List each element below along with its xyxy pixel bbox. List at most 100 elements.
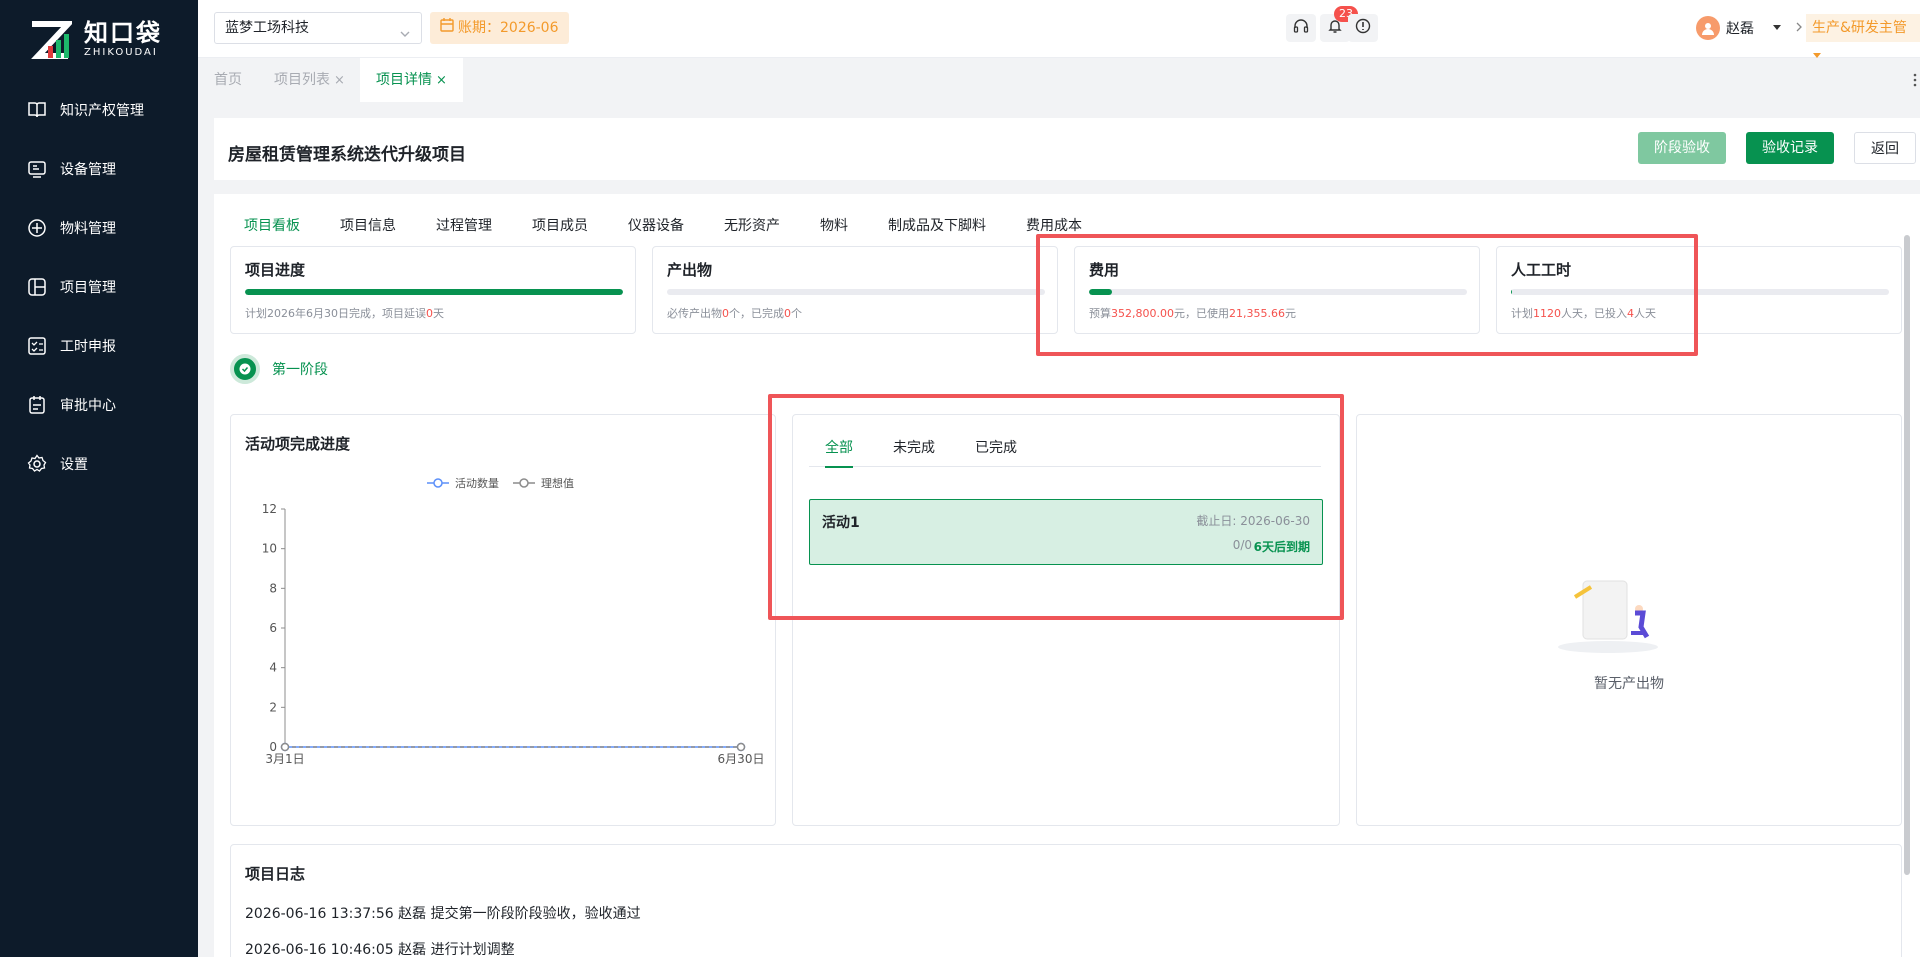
- user-name: 赵磊: [1726, 21, 1754, 37]
- calendar-icon: [440, 12, 454, 44]
- timesheet-icon: [26, 335, 48, 357]
- period-badge[interactable]: 账期：2026-06: [430, 12, 569, 44]
- sidebar-item-label: 物料管理: [60, 220, 116, 237]
- note-text: 个，已完成: [729, 307, 784, 320]
- log-title: 项目日志: [245, 865, 306, 883]
- note-text: 天: [433, 307, 444, 320]
- required-count: 0: [722, 307, 729, 320]
- chevron-right-icon: [1794, 20, 1804, 36]
- y-tick-label: 12: [262, 502, 277, 516]
- sidebar-item-label: 设备管理: [60, 161, 116, 178]
- y-tick-label: 8: [269, 581, 277, 595]
- data-point: [280, 742, 290, 752]
- sidebar-item-project[interactable]: 项目管理: [0, 257, 198, 316]
- page-tab-project-detail[interactable]: 项目详情 ×: [360, 58, 463, 102]
- page-tab-label: 项目详情: [376, 72, 432, 88]
- company-select-value: 蓝梦工场科技: [225, 20, 309, 36]
- y-tick-label: 4: [269, 661, 277, 675]
- log-entry: 2026-06-16 10:46:05 赵磊 进行计划调整: [245, 942, 515, 957]
- close-icon[interactable]: ×: [436, 73, 447, 88]
- page-tab-home[interactable]: 首页: [198, 58, 258, 102]
- progress-card: 项目进度 计划2026年6月30日完成，项目延误0天: [230, 246, 636, 334]
- material-icon: [26, 217, 48, 239]
- detail-tabs: 项目看板 项目信息 过程管理 项目成员 仪器设备 无形资产 物料 制成品及下脚料…: [244, 194, 1082, 270]
- progress-bar: [245, 289, 623, 295]
- progress-bar-fill: [245, 289, 623, 295]
- sidebar-item-settings[interactable]: 设置: [0, 434, 198, 493]
- data-point: [736, 742, 746, 752]
- y-tick-label: 6: [269, 621, 277, 635]
- sidebar: 知口袋 ZHIKOUDAI 知识产权管理 设备管理 物料管理 项目管理 工时申报…: [0, 0, 198, 957]
- page-tab-project-list[interactable]: 项目列表 ×: [258, 58, 361, 102]
- company-select[interactable]: 蓝梦工场科技: [214, 12, 422, 44]
- stage-label: 第一阶段: [272, 362, 328, 378]
- role-label: 生产&研发主管: [1812, 20, 1907, 36]
- caret-down-icon: [1772, 20, 1782, 36]
- brand-subtitle: ZHIKOUDAI: [84, 47, 158, 58]
- note-text: 必传产出物: [667, 307, 722, 320]
- role-switch[interactable]: 生产&研发主管: [1806, 14, 1920, 58]
- project-icon: [26, 276, 48, 298]
- sidebar-item-device[interactable]: 设备管理: [0, 139, 198, 198]
- top-header: 蓝梦工场科技 账期：2026-06 23 赵磊 生产&研发主管: [198, 0, 1920, 58]
- gear-icon: [26, 453, 48, 475]
- activity-chart: 0246810123月1日 6月30日活动数量 理想值: [262, 476, 765, 766]
- notification-button[interactable]: 23: [1320, 6, 1358, 42]
- sidebar-item-label: 审批中心: [60, 397, 116, 414]
- headset-icon: [1293, 18, 1309, 38]
- card-title: 项目进度: [245, 261, 306, 279]
- check-icon: [230, 354, 260, 384]
- more-icon[interactable]: [1912, 72, 1918, 92]
- legend-label: 理想值: [541, 476, 574, 490]
- panel-title: 活动项完成进度: [245, 435, 351, 453]
- brand-title: 知口袋: [84, 19, 162, 47]
- log-entry: 2026-06-16 13:37:56 赵磊 提交第一阶段阶段验收，验收通过: [245, 906, 641, 922]
- page-tab-label: 首页: [214, 72, 242, 88]
- project-log: 项目日志 2026-06-16 13:37:56 赵磊 提交第一阶段阶段验收，验…: [230, 844, 1902, 957]
- back-button[interactable]: 返回: [1854, 132, 1916, 164]
- sidebar-item-material[interactable]: 物料管理: [0, 198, 198, 257]
- empty-text: 暂无产出物: [1594, 676, 1664, 692]
- note-text: 个: [791, 307, 802, 320]
- page-tabs-bar: 首页 项目列表 × 项目详情 ×: [198, 58, 1920, 102]
- output-card: 产出物 必传产出物0个，已完成0个: [652, 246, 1058, 334]
- logo-mark-icon: [28, 20, 75, 60]
- progress-bar: [667, 289, 1045, 295]
- page-tab-label: 项目列表: [274, 72, 330, 88]
- accept-record-button[interactable]: 验收记录: [1746, 132, 1834, 164]
- info-icon: [1355, 18, 1371, 38]
- device-icon: [26, 158, 48, 180]
- stage-accept-button[interactable]: 阶段验收: [1638, 132, 1726, 164]
- logo: 知口袋 ZHIKOUDAI: [0, 0, 198, 80]
- close-icon[interactable]: ×: [334, 73, 345, 88]
- stage-step[interactable]: 第一阶段: [230, 354, 328, 384]
- sidebar-item-approval[interactable]: 审批中心: [0, 375, 198, 434]
- scrollbar[interactable]: [1904, 235, 1910, 875]
- y-tick-label: 10: [262, 542, 277, 556]
- divider: [214, 180, 1920, 194]
- legend-marker: [433, 478, 443, 488]
- legend-label: 活动数量: [455, 477, 499, 490]
- info-button[interactable]: [1348, 14, 1378, 42]
- note-text: 计划2026年6月30日完成，项目延误: [245, 307, 426, 320]
- delay-days: 0: [426, 307, 433, 320]
- output-panel: 暂无产出物: [1356, 414, 1902, 826]
- sidebar-item-timesheet[interactable]: 工时申报: [0, 316, 198, 375]
- headset-button[interactable]: [1286, 14, 1316, 42]
- card-note: 计划2026年6月30日完成，项目延误0天: [245, 305, 444, 321]
- page-title: 房屋租赁管理系统迭代升级项目: [228, 145, 466, 165]
- period-text: 账期：2026-06: [458, 20, 559, 36]
- activity-chart-panel: 活动项完成进度 0 2 4 6 8 10 12 3月1日 6月30日 活动数量 理想值: [230, 414, 776, 826]
- x-tick-label: 6月30日: [718, 752, 765, 766]
- highlight-box-activity: [768, 394, 1344, 620]
- sidebar-item-ip[interactable]: 知识产权管理: [0, 80, 198, 139]
- user-menu[interactable]: 赵磊: [1696, 14, 1804, 42]
- sidebar-item-label: 知识产权管理: [60, 102, 144, 119]
- chevron-down-icon: [399, 21, 411, 51]
- highlight-box-cost-labor: [1036, 234, 1698, 356]
- sidebar-item-label: 工时申报: [60, 338, 116, 355]
- avatar: [1696, 16, 1720, 40]
- x-tick-label: 3月1日: [265, 752, 304, 766]
- y-tick-label: 2: [269, 700, 277, 714]
- legend-marker: [519, 478, 529, 488]
